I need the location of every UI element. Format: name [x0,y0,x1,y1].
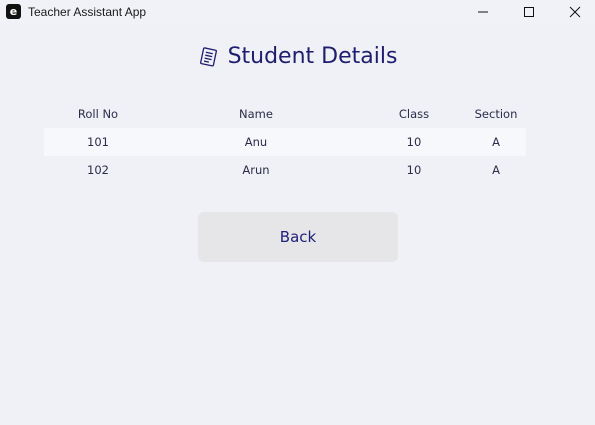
maximize-button[interactable] [506,0,552,24]
class-cell: 10 [406,135,422,149]
roll-no-cell: 101 [87,135,109,149]
page-title: Student Details [227,44,398,69]
table-row: 102 Arun 10 A [44,156,526,184]
section-cell: A [492,163,500,177]
column-header-section: Section [474,107,518,121]
notepad-icon [199,46,217,67]
title-bar: e Teacher Assistant App [0,0,595,24]
name-cell: Arun [242,163,270,177]
back-button[interactable]: Back [198,212,398,262]
close-icon [569,6,581,18]
students-table: Roll No Name Class Section 101 Anu 10 A … [44,100,526,184]
section-cell: A [492,135,500,149]
table-header-row: Roll No Name Class Section [44,100,526,128]
close-button[interactable] [552,0,595,24]
class-cell: 10 [406,163,422,177]
minimize-icon [478,11,488,13]
page-header: Student Details [0,44,595,72]
name-cell: Anu [244,135,268,149]
table-row: 101 Anu 10 A [44,128,526,156]
roll-no-cell: 102 [87,163,109,177]
column-header-name: Name [239,107,273,121]
app-icon: e [6,4,21,19]
column-header-class: Class [398,107,430,121]
maximize-icon [524,7,534,17]
column-header-roll-no: Roll No [77,107,119,121]
window-title: Teacher Assistant App [28,5,147,19]
minimize-button[interactable] [460,0,506,24]
